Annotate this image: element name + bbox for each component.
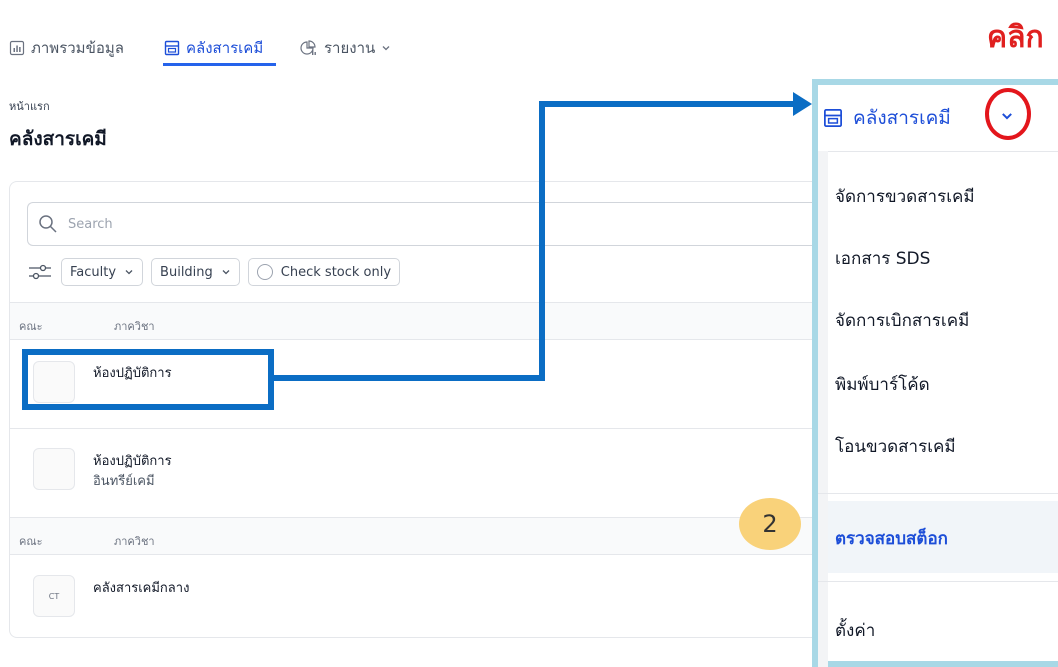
warehouse-icon	[824, 109, 842, 127]
menu-item-withdraw[interactable]: จัดการเบิกสารเคมี	[835, 307, 969, 334]
divider	[818, 151, 1058, 152]
menu-item-print-barcode[interactable]: พิมพ์บาร์โค้ด	[835, 371, 930, 398]
department-column-label: ภาควิชา	[114, 320, 155, 333]
nav-tab-report[interactable]: รายงาน	[300, 36, 391, 60]
check-stock-label: Check stock only	[280, 264, 392, 280]
faculty-filter-label: Faculty	[70, 264, 117, 280]
arrow-head	[793, 92, 812, 116]
active-tab-indicator	[163, 63, 276, 66]
menu-item-transfer[interactable]: โอนขวดสารเคมี	[835, 433, 956, 460]
breadcrumb[interactable]: หน้าแรก	[9, 97, 50, 115]
click-instruction-label: คลิก	[987, 20, 1044, 55]
nav-tab-report-label: รายงาน	[324, 39, 376, 57]
check-stock-toggle[interactable]: Check stock only	[247, 258, 401, 286]
faculty-filter[interactable]: Faculty	[61, 258, 144, 286]
check-stock-checkbox[interactable]	[256, 264, 273, 280]
filter-bar: Faculty Building Check stock only	[27, 258, 401, 286]
search-input[interactable]: Search	[27, 202, 817, 246]
click-target-circle	[985, 88, 1031, 140]
list-item[interactable]: CT คลังสารเคมีกลาง	[10, 555, 815, 637]
highlight-box	[22, 349, 274, 410]
step-number-badge: 2	[739, 498, 801, 550]
menu-item-check-stock[interactable]: ตรวจสอบสต็อก	[835, 525, 948, 552]
report-icon	[300, 40, 316, 55]
store-name: คลังสารเคมีกลาง	[93, 581, 190, 596]
chemical-store-dropdown: คลังสารเคมี จัดการขวดสารเคมี เอกสาร SDS …	[812, 79, 1058, 667]
dropdown-title: คลังสารเคมี	[853, 107, 951, 129]
panel-edge	[818, 151, 828, 667]
menu-item-manage-bottles[interactable]: จัดการขวดสารเคมี	[835, 183, 975, 210]
store-thumbnail: CT	[33, 575, 75, 617]
lab-thumbnail	[33, 448, 75, 490]
chevron-down-icon	[125, 270, 133, 275]
department-column-label: ภาควิชา	[114, 535, 155, 548]
filter-settings-icon[interactable]	[27, 262, 53, 282]
warehouse-icon	[164, 40, 180, 56]
search-icon	[39, 215, 57, 233]
lab-subtitle: อินทรีย์เคมี	[93, 474, 155, 489]
nav-tab-overview-label: ภาพรวมข้อมูล	[31, 39, 124, 57]
chevron-down-icon	[222, 270, 230, 275]
nav-tab-chemical-store-label: คลังสารเคมี	[186, 39, 264, 57]
group-header: คณะ ภาควิชา	[10, 518, 815, 554]
group-header: คณะ ภาควิชา	[10, 303, 815, 339]
menu-item-sds[interactable]: เอกสาร SDS	[835, 245, 930, 272]
faculty-column-label: คณะ	[19, 320, 43, 333]
bar-chart-icon	[9, 40, 25, 56]
lab-name: ห้องปฏิบัติการ	[93, 454, 172, 469]
menu-item-settings[interactable]: ตั้งค่า	[835, 617, 875, 644]
chevron-down-icon	[382, 46, 390, 51]
top-navigation: ภาพรวมข้อมูล คลังสารเคมี รายงาน	[0, 0, 810, 80]
search-placeholder: Search	[68, 216, 113, 232]
divider	[818, 581, 1058, 582]
divider	[818, 493, 1058, 494]
list-item[interactable]: ห้องปฏิบัติการ อินทรีย์เคมี	[10, 429, 815, 517]
nav-tab-chemical-store[interactable]: คลังสารเคมี	[164, 36, 263, 60]
nav-tab-overview[interactable]: ภาพรวมข้อมูล	[9, 36, 124, 60]
building-filter[interactable]: Building	[151, 258, 240, 286]
faculty-column-label: คณะ	[19, 535, 43, 548]
page-title: คลังสารเคมี	[9, 128, 107, 150]
building-filter-label: Building	[160, 264, 213, 280]
